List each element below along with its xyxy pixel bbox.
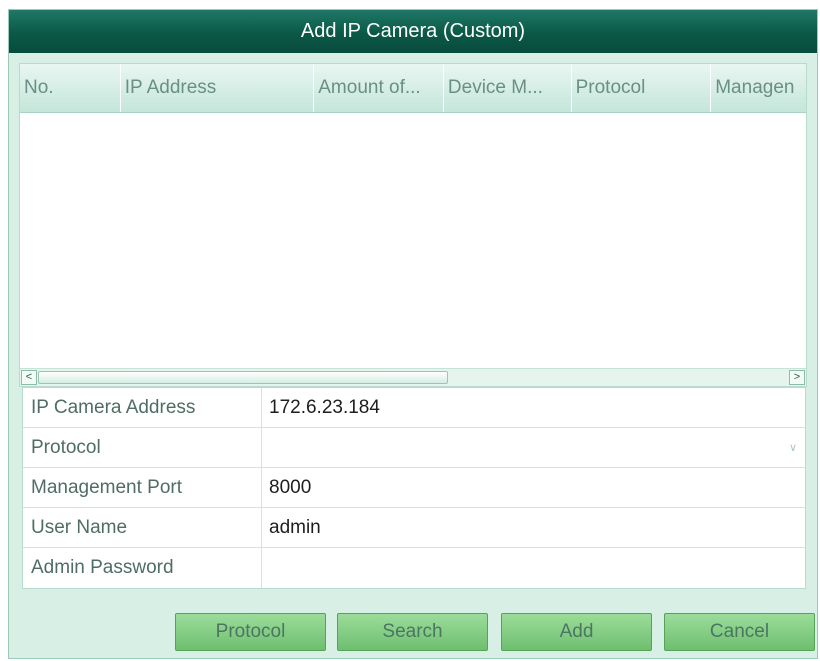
horizontal-scrollbar[interactable]: < > — [20, 368, 806, 386]
ip-camera-address-field[interactable]: 172.6.23.184 — [262, 388, 805, 427]
form-row-ip-camera-address: IP Camera Address 172.6.23.184 — [23, 388, 805, 428]
dialog-title: Add IP Camera (Custom) — [9, 10, 817, 53]
camera-settings-form: IP Camera Address 172.6.23.184 Protocol … — [22, 387, 806, 589]
form-row-management-port: Management Port 8000 — [23, 468, 805, 508]
chevron-down-icon: ∨ — [788, 442, 797, 454]
form-row-protocol: Protocol ∨ — [23, 428, 805, 468]
form-row-user-name: User Name admin — [23, 508, 805, 548]
scrollbar-thumb[interactable] — [38, 371, 448, 384]
form-row-admin-password: Admin Password — [23, 548, 805, 588]
user-name-label: User Name — [23, 508, 262, 547]
column-header-amount[interactable]: Amount of... — [314, 64, 444, 112]
protocol-label: Protocol — [23, 428, 262, 467]
device-table: No. IP Address Amount of... Device M... … — [19, 63, 807, 387]
admin-password-field[interactable] — [262, 548, 805, 588]
column-header-ip-address[interactable]: IP Address — [121, 64, 315, 112]
add-button[interactable]: Add — [501, 613, 652, 651]
table-header: No. IP Address Amount of... Device M... … — [20, 64, 806, 113]
admin-password-label: Admin Password — [23, 548, 262, 588]
management-port-field[interactable]: 8000 — [262, 468, 805, 507]
search-button[interactable]: Search — [337, 613, 488, 651]
add-ip-camera-dialog: Add IP Camera (Custom) No. IP Address Am… — [8, 9, 818, 659]
scroll-right-icon[interactable]: > — [789, 370, 805, 385]
dialog-footer: Protocol Search Add Cancel — [9, 600, 817, 658]
protocol-button[interactable]: Protocol — [175, 613, 326, 651]
column-header-device-model[interactable]: Device M... — [444, 64, 572, 112]
column-header-no[interactable]: No. — [20, 64, 121, 112]
scroll-left-icon[interactable]: < — [21, 370, 37, 385]
cancel-button[interactable]: Cancel — [664, 613, 815, 651]
column-header-management[interactable]: Managen — [711, 64, 806, 112]
protocol-dropdown[interactable]: ∨ — [262, 428, 805, 467]
column-header-protocol[interactable]: Protocol — [572, 64, 712, 112]
ip-camera-address-label: IP Camera Address — [23, 388, 262, 427]
user-name-field[interactable]: admin — [262, 508, 805, 547]
management-port-label: Management Port — [23, 468, 262, 507]
